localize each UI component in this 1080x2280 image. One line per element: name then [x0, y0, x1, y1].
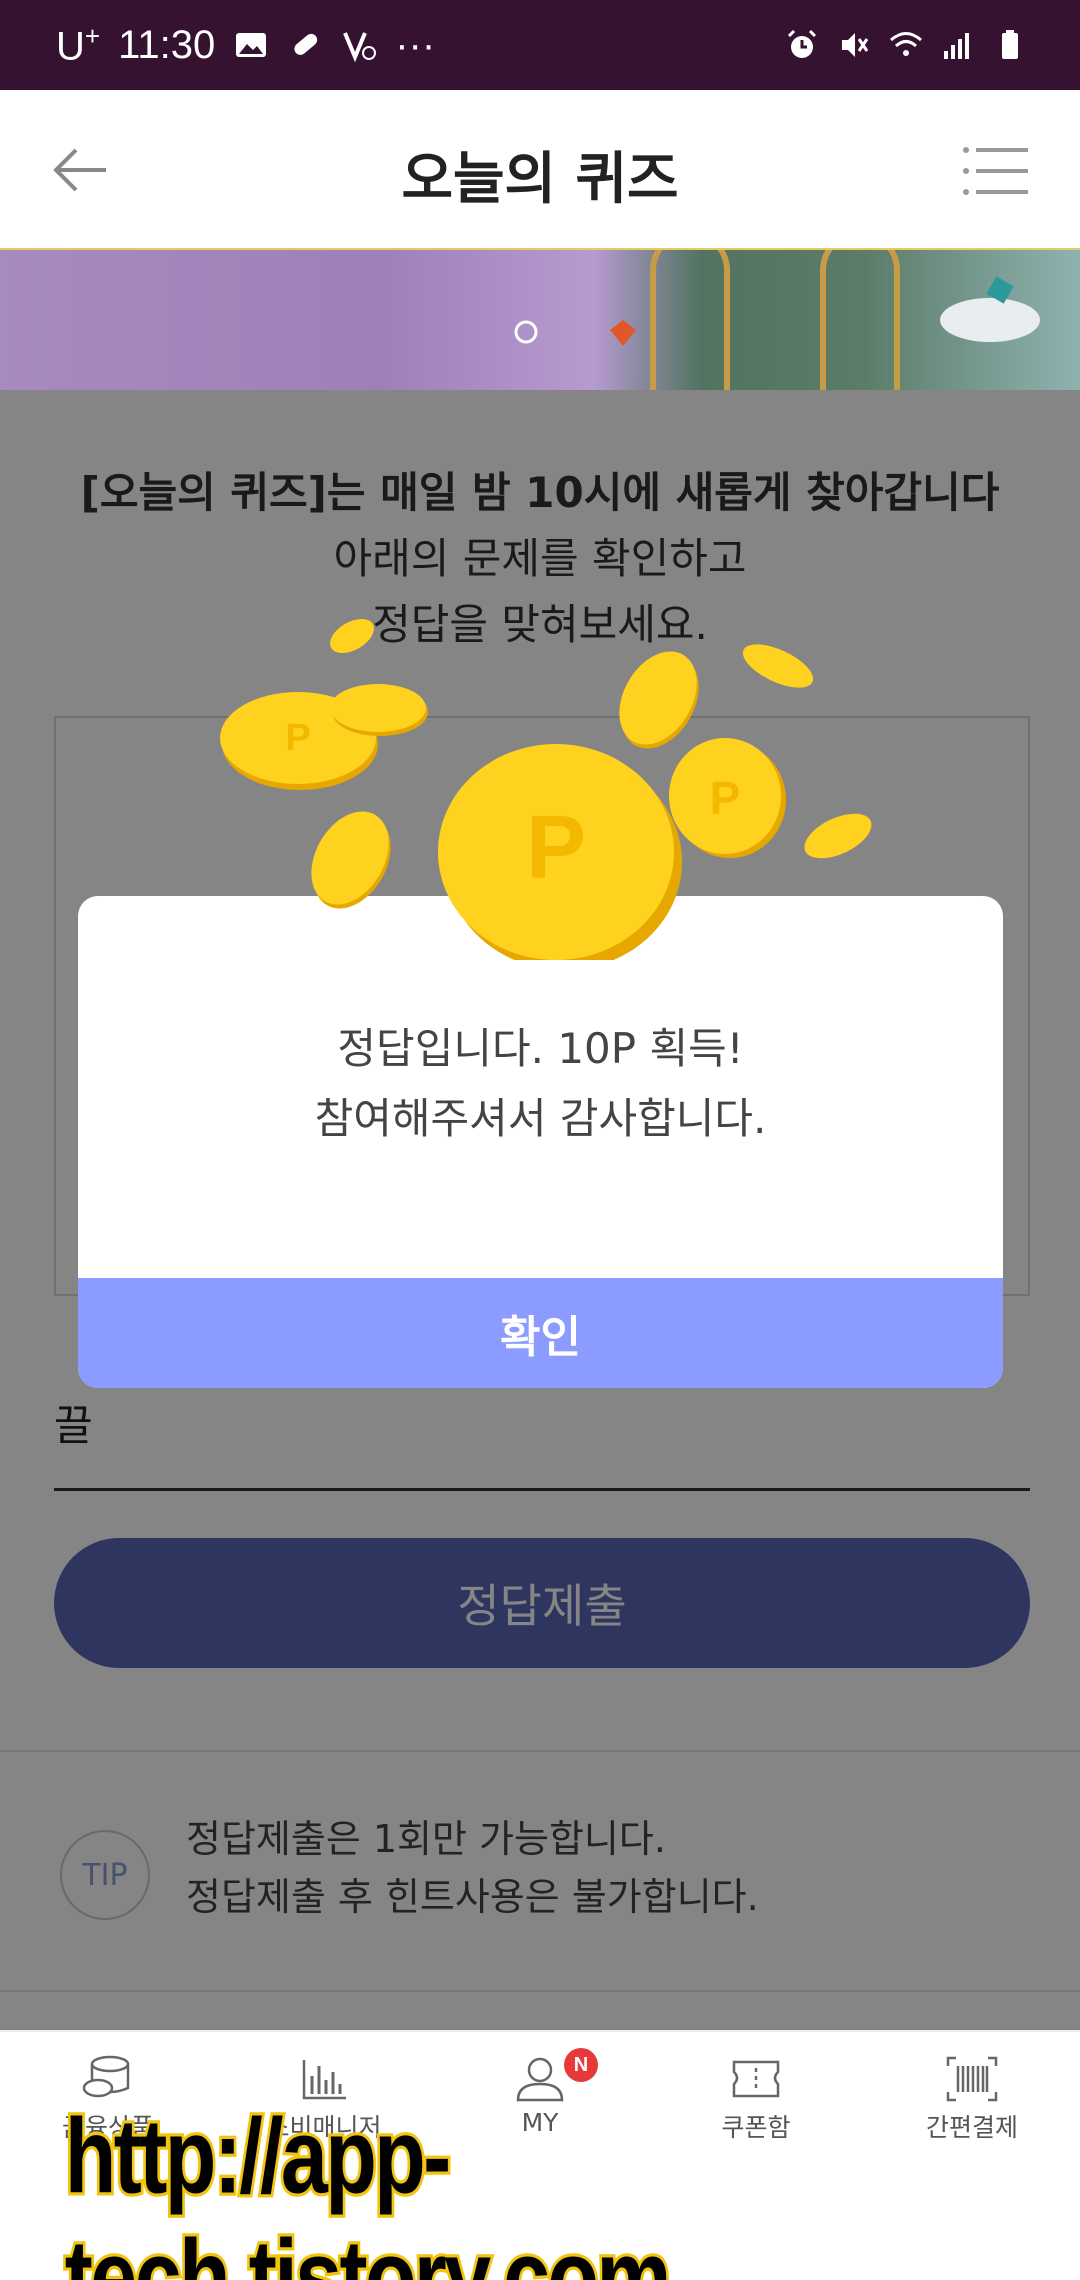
event-banner[interactable]: [0, 250, 1080, 390]
more-notifications: ···: [395, 22, 436, 67]
gallery-icon: [236, 33, 267, 57]
watermark-banner: http://app-tech.tistory.com: [0, 2094, 1080, 2280]
alarm-icon: [787, 29, 817, 58]
coin-icon: P: [669, 738, 786, 858]
gem-icon: [610, 320, 636, 346]
coin-icon: [330, 684, 428, 736]
coin-icon: [619, 651, 699, 749]
coin-icon: [742, 644, 814, 688]
carrier-label: U+: [56, 20, 101, 69]
pill-icon: [294, 33, 318, 55]
coin-icon: [311, 811, 391, 909]
clock: 11:30: [118, 22, 216, 67]
result-line-1: 정답입니다. 10P 획득!: [337, 1024, 744, 1073]
page-title: 오늘의 퀴즈: [401, 147, 679, 212]
watermark-text: http://app-tech.tistory.com: [62, 2094, 674, 2280]
new-badge: N: [564, 2048, 598, 2082]
banner-arch-decoration: [650, 250, 730, 390]
vpn-icon: [343, 32, 377, 63]
coin-icon: [330, 618, 374, 654]
mute-icon: [842, 33, 869, 57]
status-bar-left: U+ 11:30 ···: [56, 20, 435, 70]
result-message: 정답입니다. 10P 획득! 참여해주셔서 감사합니다.: [78, 1014, 1003, 1154]
status-bar-right: [784, 22, 1028, 68]
result-line-2: 참여해주셔서 감사합니다.: [314, 1094, 767, 1143]
cloud-icon: [940, 276, 1040, 342]
carousel-dot-icon: [514, 320, 538, 344]
coin-icon: P: [438, 744, 682, 960]
coin-icon: [804, 813, 872, 859]
svg-text:P: P: [710, 772, 741, 824]
banner-arch-decoration: [820, 250, 900, 390]
result-dialog: 정답입니다. 10P 획득! 참여해주셔서 감사합니다. 확인: [78, 896, 1003, 1388]
coins-illustration: P P P: [220, 618, 872, 960]
status-bar: U+ 11:30 ···: [0, 0, 1080, 90]
app-header: 오늘의 퀴즈: [0, 90, 1080, 250]
svg-text:P: P: [285, 717, 310, 759]
battery-icon: [1002, 30, 1018, 59]
confirm-button[interactable]: 확인: [78, 1278, 1003, 1388]
svg-text:P: P: [526, 798, 586, 898]
signal-icon: [944, 33, 969, 59]
menu-icon[interactable]: [962, 144, 1028, 198]
wifi-icon: [890, 32, 922, 56]
